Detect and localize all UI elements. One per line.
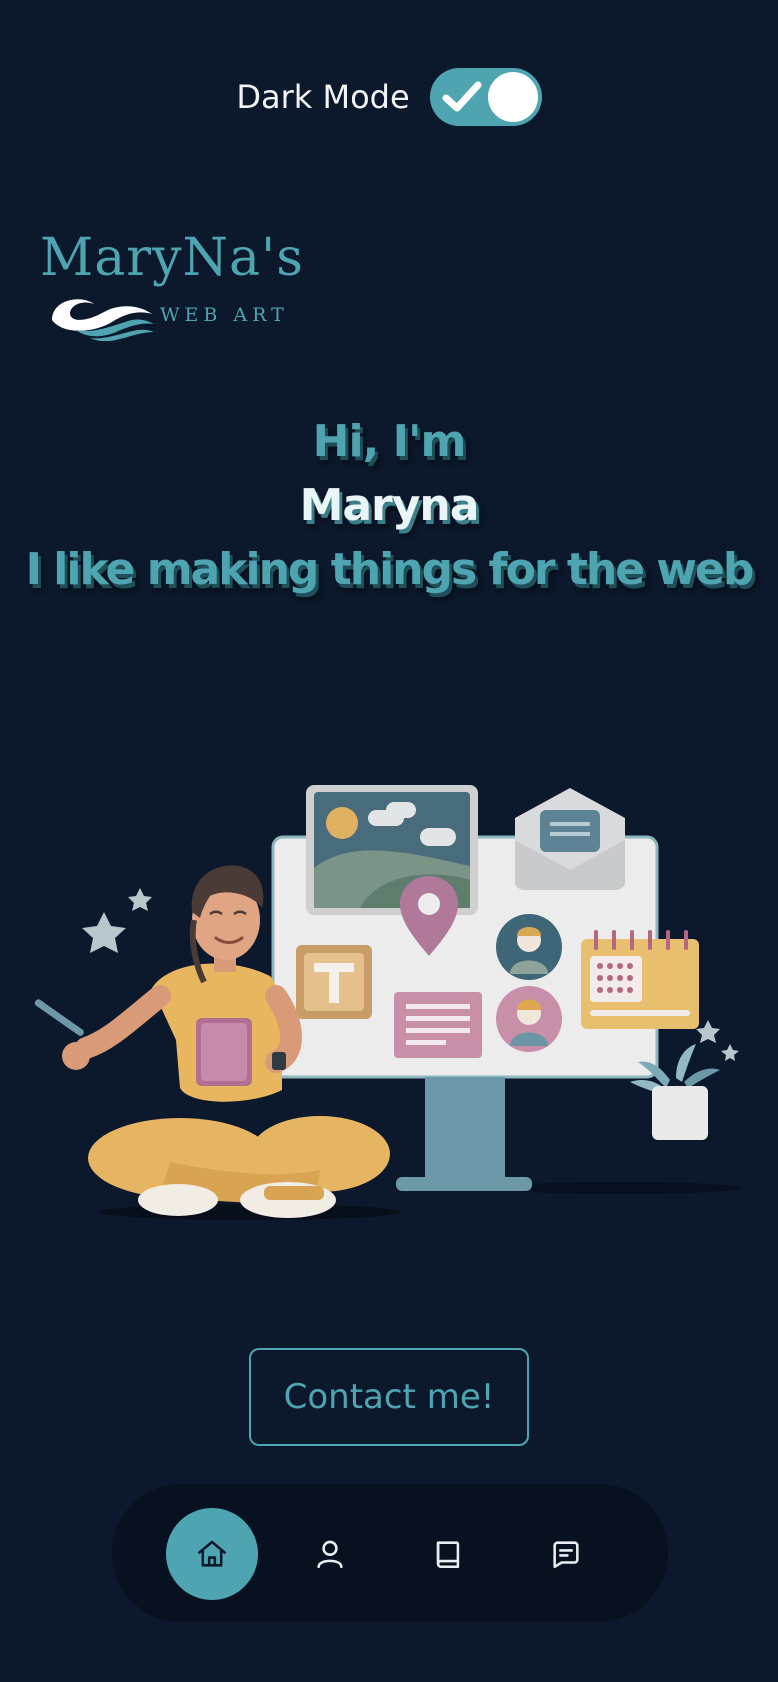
document-card-graphic (394, 992, 482, 1058)
logo-subtitle: WEB ART (160, 304, 289, 326)
page: Dark Mode MaryNa's WEB ART Hi, I'm Maryn… (0, 0, 778, 1682)
user-icon (317, 1540, 343, 1569)
calendar-graphic (581, 930, 699, 1029)
hero-illustration (34, 785, 740, 1220)
hero: Hi, I'm Maryna I like making things for … (0, 410, 778, 602)
bottom-nav (112, 1484, 668, 1622)
hero-name: Maryna (299, 480, 480, 531)
text-card-graphic (296, 945, 372, 1019)
home-icon (197, 1540, 227, 1567)
check-icon (442, 81, 482, 112)
nav-contact[interactable] (520, 1508, 612, 1600)
dark-mode-label: Dark Mode (236, 78, 410, 116)
hero-greeting: Hi, I'm (312, 416, 467, 467)
logo[interactable]: MaryNa's WEB ART (38, 228, 303, 348)
envelope-graphic (515, 788, 625, 890)
hero-tagline: I like making things for the web (25, 544, 755, 595)
book-icon (436, 1541, 460, 1569)
nav-portfolio[interactable] (402, 1508, 494, 1600)
nav-about[interactable] (284, 1508, 376, 1600)
dark-mode-toggle[interactable] (429, 68, 542, 126)
dark-mode-row: Dark Mode (0, 68, 778, 126)
contact-button[interactable]: Contact me! (249, 1348, 529, 1446)
message-icon (553, 1541, 579, 1569)
nav-home[interactable] (166, 1508, 258, 1600)
logo-title: MaryNa's (40, 228, 304, 288)
toggle-knob (487, 72, 538, 122)
wave-logo-icon (52, 299, 154, 342)
